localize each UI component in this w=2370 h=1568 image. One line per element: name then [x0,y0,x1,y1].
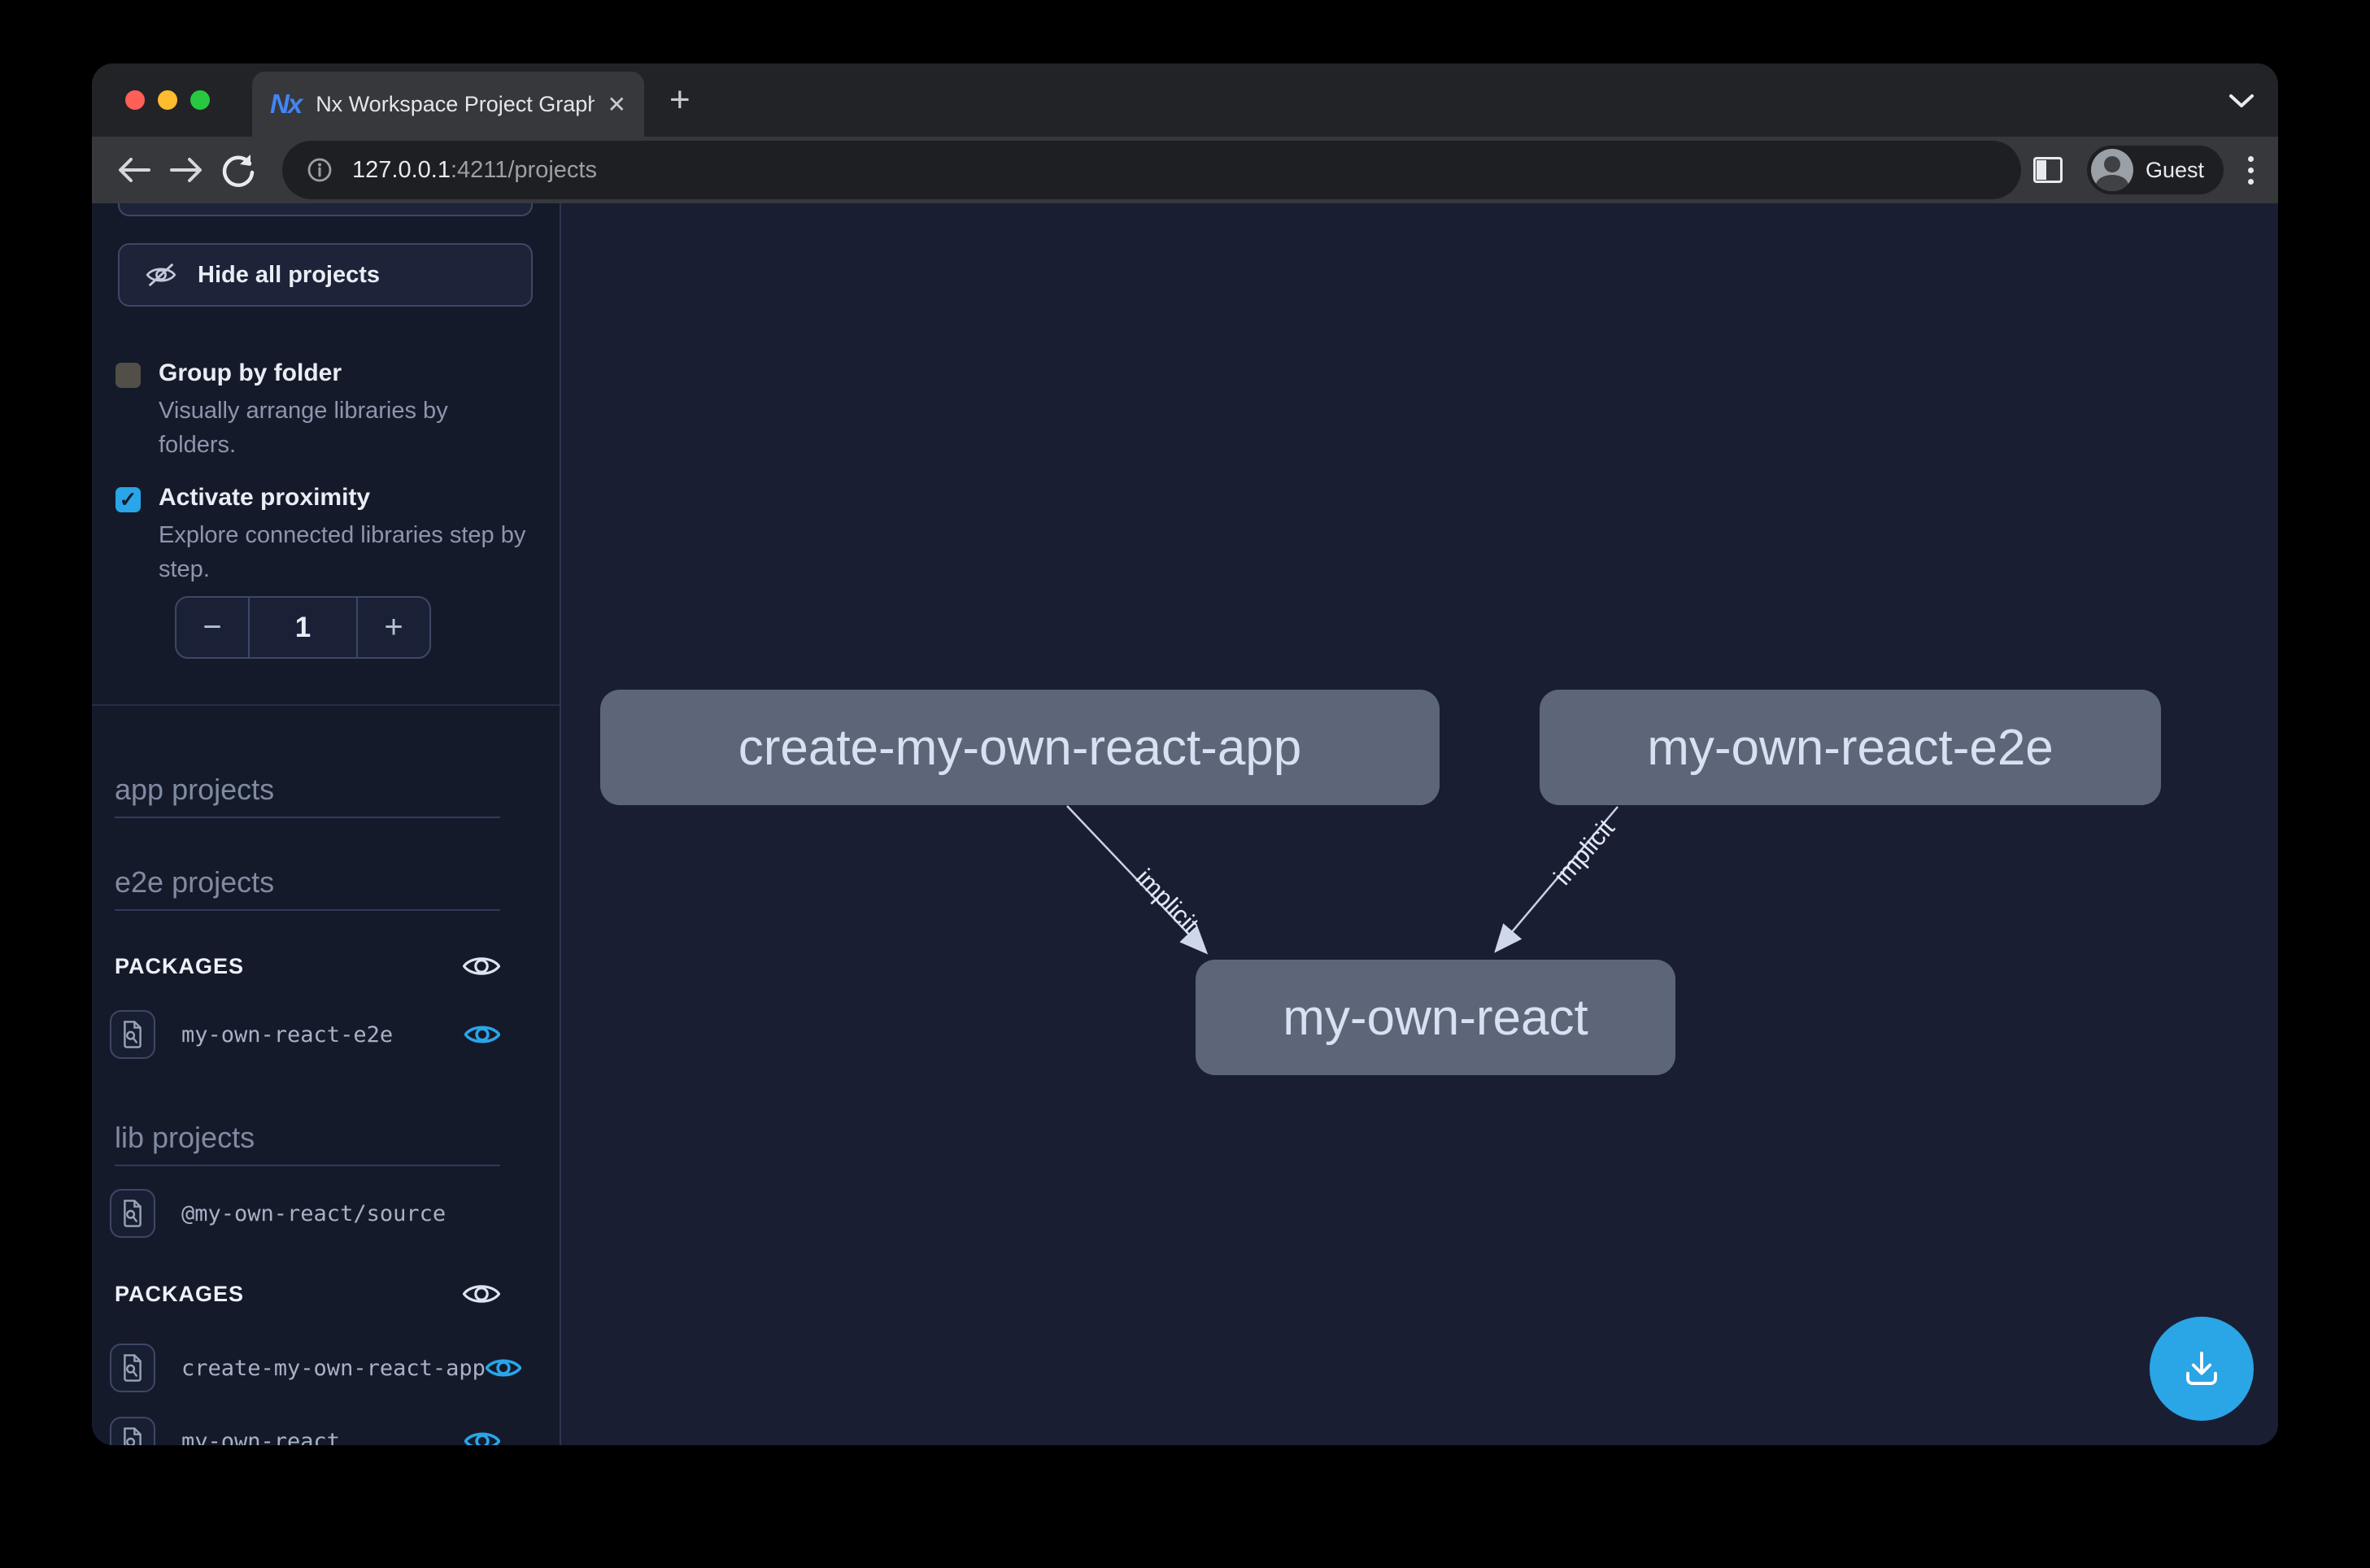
heading-e2e-projects: e2e projects [115,865,500,911]
browser-window: Nx Nx Workspace Project Graph ✕ + 127.0.… [92,63,2278,1445]
close-window-button[interactable] [125,90,145,110]
back-button[interactable] [108,144,160,196]
activate-proximity-option: ✓ Activate proximity Explore connected l… [115,484,538,586]
proximity-increment-button[interactable]: + [358,598,429,657]
side-panel-icon[interactable] [2033,157,2063,183]
eye-icon[interactable] [463,1281,500,1307]
download-image-button[interactable] [2150,1317,2254,1421]
reload-button[interactable] [212,144,264,196]
graph-node-my-own-react-e2e[interactable]: my-own-react-e2e [1540,690,2161,805]
file-search-icon [110,1344,155,1392]
eye-icon-active[interactable] [464,1428,500,1445]
info-icon[interactable] [307,157,333,183]
url-host: 127.0.0.1 [352,157,451,183]
packages-header-lib: PACKAGES [115,1281,500,1307]
avatar-icon [2091,149,2133,191]
file-search-icon [110,1417,155,1445]
group-by-folder-checkbox[interactable] [115,363,141,388]
project-name: my-own-react-e2e [181,1022,464,1048]
zoom-window-button[interactable] [190,90,210,110]
toolbar-right: Guest [2033,137,2254,203]
url-path: :4211/projects [451,157,597,183]
project-item[interactable]: @my-own-react/source [110,1189,500,1238]
sidebar: Show all projects Hide all projects Grou… [92,203,561,1445]
tab-close-icon[interactable]: ✕ [608,91,626,118]
graph-edges [561,203,2276,1445]
tab-strip: Nx Nx Workspace Project Graph ✕ + [92,63,2278,137]
url-text: 127.0.0.1:4211/projects [352,157,597,184]
browser-tab[interactable]: Nx Nx Workspace Project Graph ✕ [252,72,644,137]
url-bar[interactable]: 127.0.0.1:4211/projects [282,141,2021,199]
graph-node-my-own-react[interactable]: my-own-react [1196,960,1675,1075]
profile-button[interactable]: Guest [2087,146,2224,194]
heading-lib-projects: lib projects [115,1121,500,1166]
project-item[interactable]: my-own-react [110,1417,500,1445]
new-tab-button[interactable]: + [655,63,705,137]
chevron-down-icon[interactable] [2228,93,2255,113]
project-graph-canvas[interactable]: implicit implicit create-my-own-react-ap… [561,203,2278,1445]
proximity-decrement-button[interactable]: − [176,598,248,657]
forward-button[interactable] [160,144,212,196]
proximity-value[interactable]: 1 [248,598,358,657]
proximity-stepper: − 1 + [175,596,431,659]
project-item[interactable]: my-own-react-e2e [110,1010,500,1059]
activate-proximity-checkbox[interactable]: ✓ [115,487,141,512]
tab-title: Nx Workspace Project Graph [316,92,594,117]
graph-node-create-my-own-react-app[interactable]: create-my-own-react-app [600,690,1440,805]
group-by-folder-option: Group by folder Visually arrange librari… [115,359,538,462]
hide-all-projects-label: Hide all projects [198,262,380,289]
minimize-window-button[interactable] [158,90,177,110]
packages-label: PACKAGES [115,954,244,979]
eye-off-icon [146,263,176,287]
hide-all-projects-button[interactable]: Hide all projects [118,243,533,307]
eye-icon-active[interactable] [464,1021,500,1048]
packages-label: PACKAGES [115,1282,244,1307]
project-name: @my-own-react/source [181,1201,500,1226]
project-item[interactable]: create-my-own-react-app [110,1344,500,1392]
menu-dots-icon[interactable] [2248,156,2254,185]
project-name: create-my-own-react-app [181,1356,486,1381]
project-name: my-own-react [181,1429,464,1446]
group-by-folder-label: Group by folder [159,359,508,387]
activate-proximity-label: Activate proximity [159,484,549,512]
file-search-icon [110,1189,155,1238]
eye-icon-active[interactable] [486,1355,521,1381]
eye-icon[interactable] [463,953,500,979]
download-icon [2180,1348,2223,1390]
packages-header-e2e: PACKAGES [115,953,500,979]
sidebar-divider [92,704,561,706]
group-by-folder-description: Visually arrange libraries by folders. [159,394,508,462]
activate-proximity-description: Explore connected libraries step by step… [159,518,549,586]
file-search-icon [110,1010,155,1059]
browser-toolbar: 127.0.0.1:4211/projects Guest [92,137,2278,203]
content-area: Show all projects Hide all projects Grou… [92,203,2278,1445]
show-all-projects-button[interactable]: Show all projects [118,203,533,216]
profile-name: Guest [2146,158,2204,183]
heading-app-projects: app projects [115,773,500,818]
nx-favicon: Nx [270,89,301,120]
traffic-lights [125,63,210,137]
